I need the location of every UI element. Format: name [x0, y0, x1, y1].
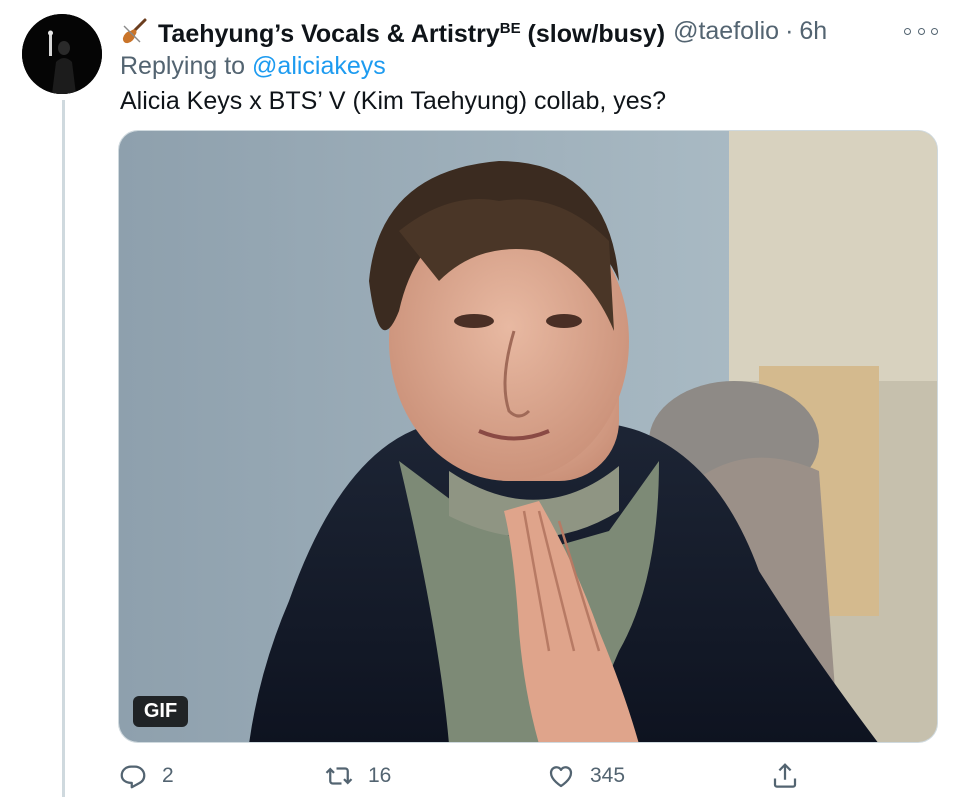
tweet-header: Taehyung’s Vocals & ArtistryBE (slow/bus…	[120, 14, 900, 48]
like-count: 345	[590, 764, 626, 787]
retweet-count: 16	[368, 764, 392, 787]
violin-icon	[120, 16, 150, 46]
reply-button[interactable]: 2	[118, 758, 174, 794]
replying-to-link[interactable]: @aliciakeys	[252, 52, 386, 80]
retweet-icon	[325, 767, 353, 785]
user-handle[interactable]: @taefolio	[673, 14, 779, 48]
tweet-actions: 2 16 345	[118, 758, 818, 794]
display-name-superscript: BE	[499, 19, 521, 37]
like-button[interactable]: 345	[546, 758, 625, 794]
reply-count: 2	[162, 764, 174, 787]
thread-line	[62, 100, 65, 797]
separator-dot: ·	[785, 17, 794, 45]
retweet-button[interactable]: 16	[324, 758, 391, 794]
replying-to: Replying to @aliciakeys	[120, 49, 386, 83]
avatar[interactable]	[22, 14, 102, 94]
heart-icon	[549, 766, 573, 788]
share-icon	[773, 763, 797, 788]
display-name[interactable]: Taehyung’s Vocals & ArtistryBE (slow/bus…	[158, 12, 665, 51]
gif-badge: GIF	[133, 696, 188, 727]
tweet-media-gif[interactable]	[118, 130, 938, 743]
reply-icon	[120, 765, 146, 789]
tweet-text: Alicia Keys x BTS’ V (Kim Taehyung) coll…	[120, 87, 667, 115]
share-button[interactable]	[770, 758, 814, 794]
more-icon[interactable]	[904, 18, 938, 44]
tweet-time[interactable]: 6h	[799, 14, 827, 48]
replying-prefix: Replying to	[120, 52, 253, 80]
